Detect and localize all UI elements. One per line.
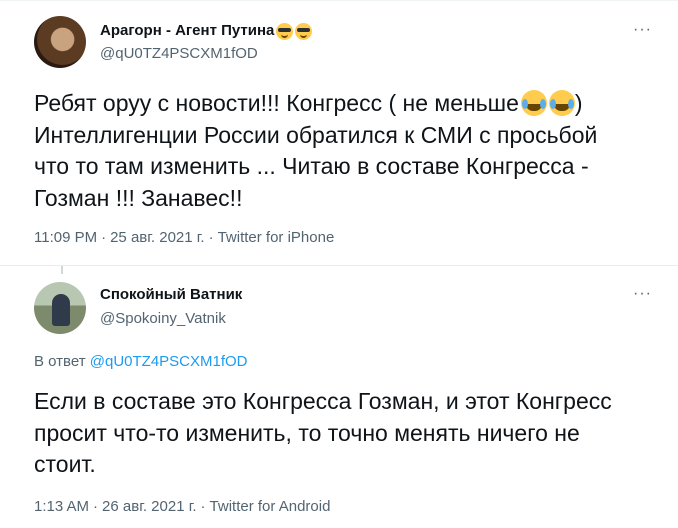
tweet-text-part: Ребят оруу с новости!!! Конгресс ( не ме… [34,90,519,116]
tweet-date[interactable]: 25 авг. 2021 г. [110,229,204,246]
tweet-text: Если в составе это Конгресса Гозман, и э… [34,388,612,477]
tweet-source[interactable]: Twitter for Android [210,498,331,515]
more-options-icon[interactable]: ··· [633,22,652,38]
reply-prefix: В ответ [34,353,86,370]
tweet-source[interactable]: Twitter for iPhone [218,229,335,246]
author-name[interactable]: Спокойный Ватник [100,286,242,304]
avatar-figure [52,294,70,326]
tweet-date[interactable]: 26 авг. 2021 г. [102,498,196,515]
tweet-time[interactable]: 11:09 PM [34,229,97,246]
tweet-meta: 1:13 AM · 26 авг. 2021 г. · Twitter for Andr… [34,498,330,516]
tears-of-joy-emoji-icon [520,90,547,116]
tears-of-joy-emoji-icon [548,90,575,116]
reply-handle-link[interactable]: @qU0TZ4PSCXM1fOD [90,353,248,370]
tears-of-joy-emojis [520,90,575,116]
more-options-icon[interactable]: ··· [633,286,652,302]
tweet-meta: 11:09 PM · 25 авг. 2021 г. · Twitter for iPh… [34,229,334,247]
sunglasses-emoji-icon [295,22,313,40]
avatar[interactable] [34,16,86,68]
tweet-thread: Арагорн - Агент Путина @qU0TZ4PSCXM1fOD … [0,0,678,528]
meta-separator: · [200,498,206,515]
sunglasses-emoji-icon [276,22,294,40]
tweet-text: Ребят оруу с новости!!! Конгресс ( не ме… [34,88,654,214]
meta-separator: · [93,498,99,515]
author-handle[interactable]: @Spokoiny_Vatnik [100,310,226,328]
author-name-row[interactable]: Спокойный Ватник [100,286,242,304]
tweet-reply[interactable]: Спокойный Ватник @Spokoiny_Vatnik ··· В … [0,266,678,528]
tweet-time[interactable]: 1:13 AM [34,498,89,515]
reply-context: В ответ @qU0TZ4PSCXM1fOD [34,353,248,371]
tweet-original[interactable]: Арагорн - Агент Путина @qU0TZ4PSCXM1fOD … [0,0,678,266]
author-name[interactable]: Арагорн - Агент Путина [100,22,274,40]
meta-separator: · [101,229,107,246]
author-name-row[interactable]: Арагорн - Агент Путина [100,22,313,40]
author-handle[interactable]: @qU0TZ4PSCXM1fOD [100,45,258,63]
avatar[interactable] [34,282,86,334]
meta-separator: · [208,229,214,246]
